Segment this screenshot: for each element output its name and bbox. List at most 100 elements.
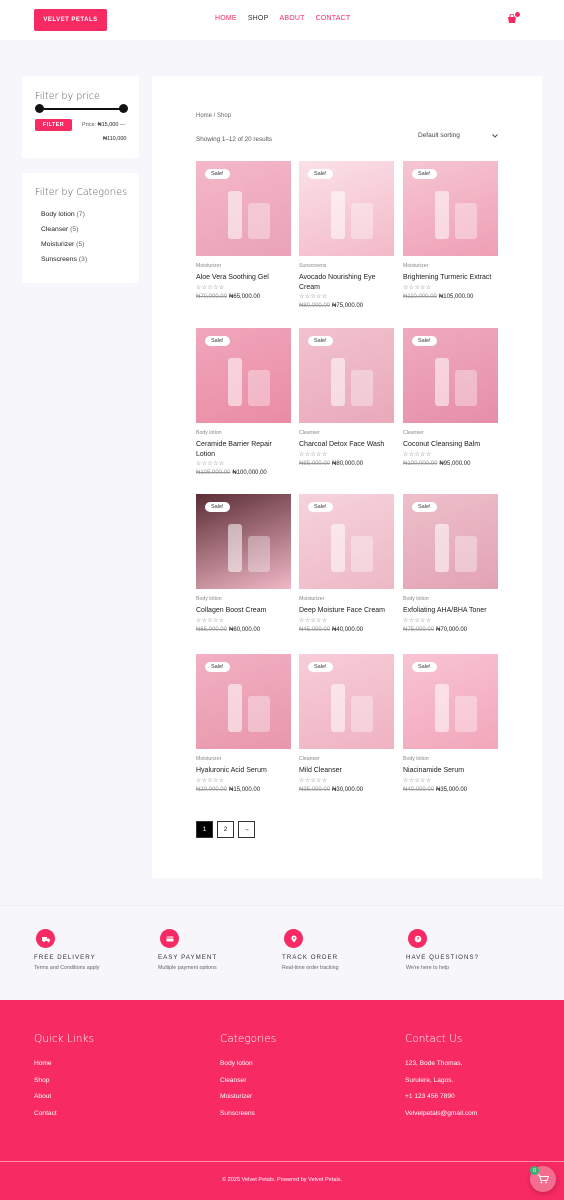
product-image[interactable]: Sale! [299, 494, 394, 589]
product-price: ₦105,000.00 ₦100,000.00 [196, 470, 291, 476]
product-price: ₦40,000.00 ₦35,000.00 [403, 787, 498, 793]
main-nav: HOME SHOP ABOUT CONTACT [215, 15, 350, 22]
footer-email[interactable]: Velvetpetals@gmail.com [405, 1106, 477, 1123]
nav-home[interactable]: HOME [215, 15, 237, 22]
product-card[interactable]: Sale! Moisturizer Hyaluronic Acid Serum ☆☆☆… [196, 654, 291, 793]
product-image[interactable]: Sale! [299, 161, 394, 256]
category-name: Body lotion [41, 211, 75, 218]
product-name[interactable]: Niacinamide Serum [403, 766, 498, 776]
product-category[interactable]: Body lotion [403, 596, 498, 602]
product-name[interactable]: Avocado Nourishing Eye Cream [299, 273, 394, 292]
page-2-button[interactable]: 2 [217, 821, 234, 838]
product-category[interactable]: Sunscreens [299, 263, 394, 269]
category-item[interactable]: Body lotion (7) [41, 207, 87, 222]
feature-subtitle: We're here to help [406, 965, 450, 971]
footer-category-link[interactable]: Sunscreens [220, 1106, 255, 1123]
footer-link-home[interactable]: Home [34, 1056, 57, 1073]
product-card[interactable]: Sale! Cleanser Charcoal Detox Face Wash ☆☆☆… [299, 328, 394, 467]
price-slider-max-handle[interactable] [119, 104, 128, 113]
product-image[interactable]: Sale! [196, 654, 291, 749]
product-name[interactable]: Mild Cleanser [299, 766, 394, 776]
product-category[interactable]: Body lotion [196, 430, 291, 436]
price-slider-min-handle[interactable] [35, 104, 44, 113]
footer-link-contact[interactable]: Contact [34, 1106, 57, 1123]
sale-price: ₦100,000.00 [232, 470, 267, 476]
product-card[interactable]: Sale! Body lotion Collagen Boost Cream ☆☆☆☆… [196, 494, 291, 633]
product-jar-shape [248, 203, 270, 239]
feature-title: EASY PAYMENT [158, 954, 218, 961]
product-jar-shape [455, 203, 477, 239]
product-image[interactable]: Sale! [403, 494, 498, 589]
product-price: ₦75,000.00 ₦70,000.00 [403, 627, 498, 633]
product-card[interactable]: Sale! Moisturizer Aloe Vera Soothing Gel ☆☆… [196, 161, 291, 300]
chevron-down-icon [492, 133, 498, 138]
category-item[interactable]: Cleanser (5) [41, 222, 87, 237]
category-item[interactable]: Moisturizer (5) [41, 237, 87, 252]
star-rating: ☆☆☆☆☆ [403, 617, 432, 624]
product-name[interactable]: Deep Moisture Face Cream [299, 606, 394, 616]
star-rating: ☆☆☆☆☆ [299, 451, 328, 458]
product-image[interactable]: Sale! [196, 161, 291, 256]
product-card[interactable]: Sale! Body lotion Ceramide Barrier Repair … [196, 328, 291, 476]
product-image[interactable]: Sale! [196, 328, 291, 423]
product-name[interactable]: Collagen Boost Cream [196, 606, 291, 616]
product-image[interactable]: Sale! [299, 654, 394, 749]
category-item[interactable]: Sunscreens (3) [41, 252, 87, 267]
product-card[interactable]: Sale! Body lotion Exfoliating AHA/BHA Tone… [403, 494, 498, 633]
product-card[interactable]: Sale! Body lotion Niacinamide Serum ☆☆☆☆☆ ₦4… [403, 654, 498, 793]
product-category[interactable]: Cleanser [299, 756, 394, 762]
page-1-button[interactable]: 1 [196, 821, 213, 838]
old-price: ₦45,000.00 [299, 626, 331, 633]
floating-cart-count: 0 [530, 1166, 539, 1175]
product-category[interactable]: Cleanser [299, 430, 394, 436]
product-name[interactable]: Brightening Turmeric Extract [403, 273, 498, 283]
site-footer: Quick Links Home Shop About Contact Cate… [0, 1000, 564, 1200]
product-card[interactable]: Sale! Cleanser Mild Cleanser ☆☆☆☆☆ ₦35,000.0… [299, 654, 394, 793]
product-category[interactable]: Moisturizer [403, 263, 498, 269]
footer-category-link[interactable]: Cleanser [220, 1073, 255, 1090]
product-name[interactable]: Charcoal Detox Face Wash [299, 440, 394, 450]
star-rating: ☆☆☆☆☆ [299, 777, 328, 784]
product-card[interactable]: Sale! Moisturizer Deep Moisture Face Cream… [299, 494, 394, 633]
product-image[interactable]: Sale! [403, 654, 498, 749]
product-name[interactable]: Coconut Cleansing Balm [403, 440, 498, 450]
next-page-button[interactable]: → [238, 821, 255, 838]
nav-shop[interactable]: SHOP [248, 15, 269, 22]
product-name[interactable]: Aloe Vera Soothing Gel [196, 273, 291, 283]
product-name[interactable]: Exfoliating AHA/BHA Toner [403, 606, 498, 616]
copyright: © 2025 Velvet Petals. Powered by Velvet … [221, 1177, 343, 1183]
product-category[interactable]: Moisturizer [299, 596, 394, 602]
footer-divider [0, 1161, 564, 1162]
sale-price: ₦60,000.00 [229, 626, 261, 633]
product-name[interactable]: Hyaluronic Acid Serum [196, 766, 291, 776]
product-card[interactable]: Sale! Moisturizer Brightening Turmeric Ext… [403, 161, 498, 300]
breadcrumb[interactable]: Home / Shop [196, 113, 231, 119]
product-image[interactable]: Sale! [196, 494, 291, 589]
price-range-text: Price: ₦15,000 — [82, 122, 125, 128]
footer-contact: 123, Bode Thomas, Surulere, Lagos. +1 12… [405, 1056, 477, 1122]
filter-button[interactable]: FILTER [35, 119, 72, 131]
product-category[interactable]: Moisturizer [196, 756, 291, 762]
product-image[interactable]: Sale! [299, 328, 394, 423]
sorting-select[interactable]: Default sorting [418, 132, 498, 139]
footer-phone[interactable]: +1 123 456 7890 [405, 1089, 477, 1106]
footer-link-about[interactable]: About [34, 1089, 57, 1106]
product-name[interactable]: Ceramide Barrier Repair Lotion [196, 440, 291, 459]
footer-category-link[interactable]: Body lotion [220, 1056, 255, 1073]
product-category[interactable]: Body lotion [403, 756, 498, 762]
product-card[interactable]: Sale! Sunscreens Avocado Nourishing Eye Cr… [299, 161, 394, 309]
footer-category-link[interactable]: Moisturizer [220, 1089, 255, 1106]
nav-about[interactable]: ABOUT [279, 15, 304, 22]
old-price: ₦75,000.00 [403, 626, 435, 633]
price-label: Price: [82, 122, 97, 128]
site-logo[interactable]: VELVET PETALS [34, 9, 107, 31]
product-category[interactable]: Cleanser [403, 430, 498, 436]
product-jar-shape [455, 370, 477, 406]
product-card[interactable]: Sale! Cleanser Coconut Cleansing Balm ☆☆☆☆☆… [403, 328, 498, 467]
nav-contact[interactable]: CONTACT [316, 15, 351, 22]
product-category[interactable]: Body lotion [196, 596, 291, 602]
product-image[interactable]: Sale! [403, 328, 498, 423]
footer-link-shop[interactable]: Shop [34, 1073, 57, 1090]
product-image[interactable]: Sale! [403, 161, 498, 256]
product-category[interactable]: Moisturizer [196, 263, 291, 269]
